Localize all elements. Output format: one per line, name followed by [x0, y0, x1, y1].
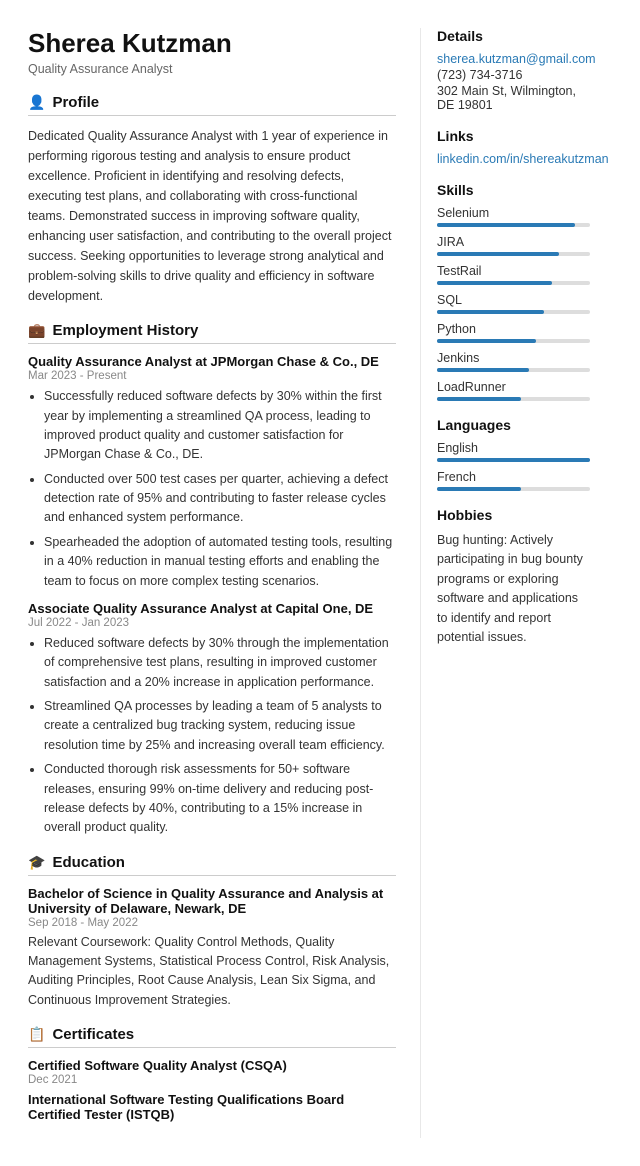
hobbies-section: Hobbies Bug hunting: Actively participat…: [437, 507, 590, 647]
job2-bullet2: Streamlined QA processes by leading a te…: [44, 697, 396, 755]
skill-item: JIRA: [437, 235, 590, 256]
skill-item: LoadRunner: [437, 380, 590, 401]
skill-bar-bg: [437, 310, 590, 314]
job1-bullet1: Successfully reduced software defects by…: [44, 387, 396, 465]
profile-text: Dedicated Quality Assurance Analyst with…: [28, 126, 396, 306]
skill-bar-fill: [437, 310, 544, 314]
job2-bullets: Reduced software defects by 30% through …: [28, 634, 396, 838]
skills-title: Skills: [437, 182, 590, 198]
job2-title: Associate Quality Assurance Analyst at C…: [28, 601, 396, 616]
language-bar-fill: [437, 487, 521, 491]
details-title: Details: [437, 28, 590, 44]
certificates-icon: 📋: [28, 1026, 45, 1043]
skill-name: Selenium: [437, 206, 590, 220]
skill-bar-fill: [437, 397, 521, 401]
skill-bar-fill: [437, 368, 529, 372]
edu1-date: Sep 2018 - May 2022: [28, 917, 396, 929]
education-label: Education: [52, 854, 125, 871]
job1-bullets: Successfully reduced software defects by…: [28, 387, 396, 591]
employment-header: 💼 Employment History: [28, 322, 396, 344]
skill-item: TestRail: [437, 264, 590, 285]
skill-item: SQL: [437, 293, 590, 314]
job2-date: Jul 2022 - Jan 2023: [28, 617, 396, 629]
phone-text: (723) 734-3716: [437, 68, 590, 82]
job-title-header: Quality Assurance Analyst: [28, 62, 396, 76]
skill-bar-fill: [437, 281, 552, 285]
employment-section: 💼 Employment History Quality Assurance A…: [28, 322, 396, 838]
skill-item: Jenkins: [437, 351, 590, 372]
language-item: French: [437, 470, 590, 491]
skill-item: Selenium: [437, 206, 590, 227]
profile-label: Profile: [52, 94, 99, 111]
details-section: Details sherea.kutzman@gmail.com (723) 7…: [437, 28, 590, 112]
education-section: 🎓 Education Bachelor of Science in Quali…: [28, 854, 396, 1011]
skill-bar-fill: [437, 223, 575, 227]
job1-date: Mar 2023 - Present: [28, 370, 396, 382]
skill-name: LoadRunner: [437, 380, 590, 394]
language-name: French: [437, 470, 590, 484]
job2-bullet1: Reduced software defects by 30% through …: [44, 634, 396, 692]
certificates-section: 📋 Certificates Certified Software Qualit…: [28, 1026, 396, 1122]
skill-name: SQL: [437, 293, 590, 307]
language-bar-fill: [437, 458, 590, 462]
skill-bar-fill: [437, 339, 536, 343]
links-title: Links: [437, 128, 590, 144]
employment-icon: 💼: [28, 322, 45, 339]
language-bar-bg: [437, 458, 590, 462]
languages-title: Languages: [437, 417, 590, 433]
language-name: English: [437, 441, 590, 455]
profile-section: 👤 Profile Dedicated Quality Assurance An…: [28, 94, 396, 306]
skill-name: Python: [437, 322, 590, 336]
certificates-header: 📋 Certificates: [28, 1026, 396, 1048]
skill-bar-bg: [437, 252, 590, 256]
name: Sherea Kutzman: [28, 28, 396, 59]
email-link[interactable]: sherea.kutzman@gmail.com: [437, 52, 590, 66]
linkedin-link[interactable]: linkedin.com/in/shereakutzman: [437, 152, 590, 166]
address-text: 302 Main St, Wilmington, DE 19801: [437, 84, 590, 112]
certificates-label: Certificates: [52, 1026, 134, 1043]
languages-section: Languages English French: [437, 417, 590, 491]
profile-icon: 👤: [28, 94, 45, 111]
hobbies-title: Hobbies: [437, 507, 590, 523]
cert1-title: Certified Software Quality Analyst (CSQA…: [28, 1058, 396, 1073]
job2-bullet3: Conducted thorough risk assessments for …: [44, 760, 396, 838]
skills-section: Skills Selenium JIRA TestRail SQL Python: [437, 182, 590, 401]
education-header: 🎓 Education: [28, 854, 396, 876]
cert2-title: International Software Testing Qualifica…: [28, 1092, 396, 1122]
edu1-text: Relevant Coursework: Quality Control Met…: [28, 933, 396, 1011]
hobbies-text: Bug hunting: Actively participating in b…: [437, 531, 590, 647]
skill-name: TestRail: [437, 264, 590, 278]
education-icon: 🎓: [28, 854, 45, 871]
job1-bullet2: Conducted over 500 test cases per quarte…: [44, 470, 396, 528]
job1-bullet3: Spearheaded the adoption of automated te…: [44, 533, 396, 591]
skill-bar-bg: [437, 368, 590, 372]
skill-bar-bg: [437, 223, 590, 227]
language-item: English: [437, 441, 590, 462]
skill-name: JIRA: [437, 235, 590, 249]
skill-bar-bg: [437, 397, 590, 401]
job1-title: Quality Assurance Analyst at JPMorgan Ch…: [28, 354, 396, 369]
edu1-title: Bachelor of Science in Quality Assurance…: [28, 886, 396, 916]
skill-bar-fill: [437, 252, 559, 256]
employment-label: Employment History: [52, 322, 198, 339]
skill-bar-bg: [437, 281, 590, 285]
skill-bar-bg: [437, 339, 590, 343]
links-section: Links linkedin.com/in/shereakutzman: [437, 128, 590, 166]
skill-name: Jenkins: [437, 351, 590, 365]
skill-item: Python: [437, 322, 590, 343]
cert1-date: Dec 2021: [28, 1074, 396, 1086]
language-bar-bg: [437, 487, 590, 491]
profile-header: 👤 Profile: [28, 94, 396, 116]
